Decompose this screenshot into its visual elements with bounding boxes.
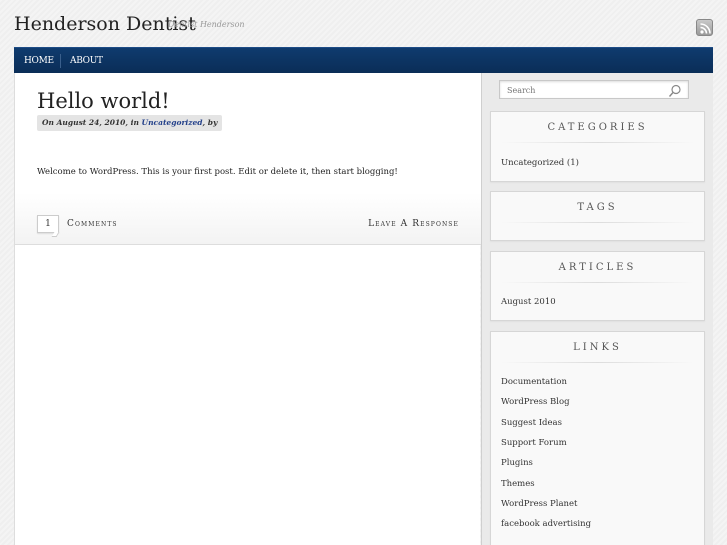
- main-navigation: HOME ABOUT: [14, 47, 713, 73]
- categories-widget-title: CATEGORIES: [547, 122, 648, 133]
- widget-divider: [501, 282, 694, 283]
- comment-count-badge[interactable]: 1: [37, 215, 59, 233]
- site-header: Henderson Dentist Dentist Henderson: [0, 0, 727, 47]
- articles-widget-title: ARTICLES: [558, 262, 637, 273]
- post-title[interactable]: Hello world!: [37, 89, 170, 113]
- post-meta: On August 24, 2010, in Uncategorized, by: [37, 115, 223, 131]
- links-widget-title: LINKS: [573, 342, 622, 353]
- blogroll-link[interactable]: facebook advertising: [501, 519, 591, 529]
- post-meta-date: On August 24, 2010, in: [42, 118, 139, 127]
- search-icon[interactable]: [668, 83, 682, 102]
- archive-link[interactable]: August 2010: [501, 297, 556, 307]
- search-box: [499, 80, 689, 99]
- widget-divider: [501, 142, 694, 143]
- post-meta-author: , by: [202, 118, 218, 127]
- search-input[interactable]: [507, 84, 667, 96]
- widget-divider: [501, 222, 694, 223]
- rss-feed-icon[interactable]: [696, 19, 713, 36]
- blogroll-link[interactable]: Documentation: [501, 377, 567, 387]
- blogroll-link[interactable]: Themes: [501, 479, 535, 489]
- nav-divider: [60, 54, 61, 68]
- post-body: Welcome to WordPress. This is your first…: [37, 167, 398, 177]
- site-description: Dentist Henderson: [168, 20, 245, 29]
- blogroll-link[interactable]: WordPress Planet: [501, 499, 577, 509]
- nav-item-home[interactable]: HOME: [24, 48, 54, 74]
- links-widget: LINKS Documentation WordPress Blog Sugge…: [490, 331, 705, 545]
- comments-label[interactable]: Comments: [67, 219, 118, 229]
- blogroll-link[interactable]: Plugins: [501, 458, 533, 468]
- blogroll-link[interactable]: WordPress Blog: [501, 397, 570, 407]
- widget-divider: [501, 362, 694, 363]
- nav-item-about[interactable]: ABOUT: [70, 48, 103, 74]
- blogroll-link[interactable]: Support Forum: [501, 438, 567, 448]
- tags-widget-title: TAGS: [577, 202, 618, 213]
- tags-widget: TAGS: [490, 191, 705, 241]
- main-content: Hello world! On August 24, 2010, in Unca…: [14, 73, 481, 545]
- leave-response-link[interactable]: Leave A Response: [368, 219, 459, 229]
- sidebar: CATEGORIES Uncategorized (1) TAGS ARTICL…: [481, 73, 713, 545]
- blogroll-link[interactable]: Suggest Ideas: [501, 418, 562, 428]
- post-category-link[interactable]: Uncategorized: [142, 118, 203, 127]
- post: Hello world! On August 24, 2010, in Unca…: [15, 73, 481, 245]
- category-link[interactable]: Uncategorized (1): [501, 158, 579, 168]
- speech-bubble-tail-icon: [51, 232, 60, 237]
- articles-widget: ARTICLES August 2010: [490, 251, 705, 321]
- categories-widget: CATEGORIES Uncategorized (1): [490, 111, 705, 182]
